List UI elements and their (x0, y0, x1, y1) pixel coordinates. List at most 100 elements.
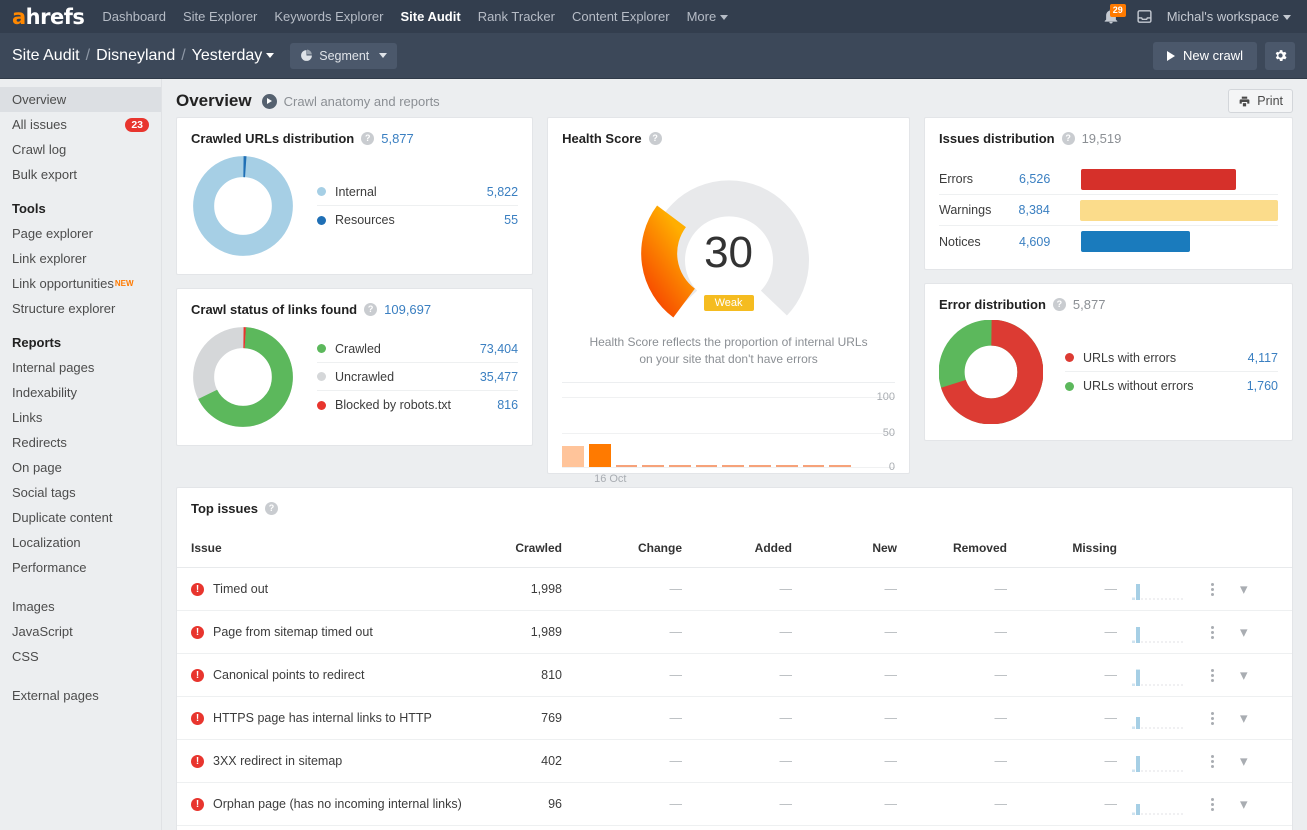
row-menu-button[interactable] (1211, 625, 1214, 639)
legend-value[interactable]: 4,117 (1248, 351, 1278, 365)
history-bar[interactable] (562, 445, 584, 467)
nav-link-site-explorer[interactable]: Site Explorer (183, 9, 257, 24)
table-row[interactable]: ! Canonical points to redirect 810— — — — — ▾ (177, 653, 1292, 697)
sidebar-item-on-page[interactable]: On page (0, 455, 161, 480)
expand-row-icon[interactable]: ▾ (1240, 709, 1248, 727)
history-bar[interactable] (829, 465, 851, 467)
play-video-icon[interactable] (261, 93, 277, 109)
row-menu-button[interactable] (1211, 797, 1214, 811)
ahrefs-logo[interactable]: ahrefs (12, 5, 85, 29)
history-bar[interactable] (588, 444, 611, 467)
table-row[interactable]: ! Timed out 1,998— — — — — ▾ (177, 567, 1292, 611)
breadcrumb-site-audit[interactable]: Site Audit (12, 47, 80, 65)
history-bar[interactable] (749, 465, 771, 467)
new-crawl-button[interactable]: New crawl (1153, 41, 1257, 70)
history-bar[interactable] (775, 465, 798, 467)
issue-label[interactable]: Orphan page (has no incoming internal li… (213, 797, 462, 811)
breadcrumb-project[interactable]: Disneyland (96, 47, 175, 65)
nav-link-site-audit[interactable]: Site Audit (401, 9, 461, 24)
issue-label[interactable]: Timed out (213, 582, 268, 596)
expand-row-icon[interactable]: ▾ (1240, 580, 1248, 598)
issue-category-value[interactable]: 8,384 (1019, 203, 1081, 217)
legend-value[interactable]: 35,477 (480, 370, 518, 384)
row-menu-button[interactable] (1211, 711, 1214, 725)
table-row[interactable]: !Meta description tag missing or empty96… (177, 825, 1292, 830)
table-row[interactable]: ! Page from sitemap timed out 1,989— — — — — ▾ (177, 610, 1292, 654)
row-menu-button[interactable] (1211, 582, 1214, 596)
column-header-removed[interactable]: Removed (897, 529, 1007, 568)
sidebar-item-localization[interactable]: Localization (0, 530, 161, 555)
inbox-icon[interactable] (1136, 8, 1153, 25)
sidebar-item-links[interactable]: Links (0, 405, 161, 430)
history-bar[interactable] (668, 465, 691, 467)
expand-row-icon[interactable]: ▾ (1240, 666, 1248, 684)
sidebar-item-images[interactable]: Images (0, 594, 161, 619)
row-menu-button[interactable] (1211, 668, 1214, 682)
workspace-switcher[interactable]: Michal's workspace (1167, 9, 1291, 24)
sidebar-item-all-issues[interactable]: All issues 23 (0, 112, 161, 137)
help-icon[interactable]: ? (648, 132, 662, 145)
history-bar[interactable] (642, 465, 664, 467)
row-menu-button[interactable] (1211, 754, 1214, 768)
sidebar-item-overview[interactable]: Overview (0, 87, 161, 112)
sidebar-item-page-explorer[interactable]: Page explorer (0, 221, 161, 246)
history-bar[interactable] (615, 465, 638, 467)
sidebar-item-indexability[interactable]: Indexability (0, 380, 161, 405)
nav-link-dashboard[interactable]: Dashboard (102, 9, 166, 24)
sidebar-item-performance[interactable]: Performance (0, 555, 161, 580)
print-button[interactable]: Print (1228, 89, 1293, 113)
nav-link-keywords-explorer[interactable]: Keywords Explorer (274, 9, 383, 24)
expand-row-icon[interactable]: ▾ (1240, 623, 1248, 641)
column-header-change[interactable]: Change (562, 529, 682, 568)
issue-category-value[interactable]: 4,609 (1019, 235, 1081, 249)
table-row[interactable]: ! Orphan page (has no incoming internal l… (177, 782, 1292, 826)
breadcrumb-date-selector[interactable]: Yesterday (192, 47, 275, 65)
legend-value[interactable]: 5,822 (487, 185, 518, 199)
settings-button[interactable] (1265, 41, 1295, 70)
sidebar-item-redirects[interactable]: Redirects (0, 430, 161, 455)
issue-category-value[interactable]: 6,526 (1019, 172, 1081, 186)
column-header-crawled[interactable]: Crawled (472, 529, 562, 568)
sidebar-item-javascript[interactable]: JavaScript (0, 619, 161, 644)
column-header-new[interactable]: New (792, 529, 897, 568)
nav-link-content-explorer[interactable]: Content Explorer (572, 9, 670, 24)
sidebar-item-label: Crawl log (12, 142, 67, 157)
column-header-added[interactable]: Added (682, 529, 792, 568)
issue-label[interactable]: 3XX redirect in sitemap (213, 754, 342, 768)
history-bar[interactable] (722, 465, 745, 467)
history-bar[interactable] (802, 465, 825, 467)
column-header-issue[interactable]: Issue (177, 529, 472, 568)
help-icon[interactable]: ? (264, 502, 278, 515)
help-icon[interactable]: ? (361, 132, 375, 145)
issue-label[interactable]: Canonical points to redirect (213, 668, 364, 682)
issue-label[interactable]: HTTPS page has internal links to HTTP (213, 711, 432, 725)
help-icon[interactable]: ? (364, 303, 378, 316)
legend-value[interactable]: 1,760 (1247, 379, 1278, 393)
notifications-button[interactable]: 29 (1102, 3, 1126, 27)
help-icon[interactable]: ? (1052, 298, 1066, 311)
sidebar-item-internal-pages[interactable]: Internal pages (0, 355, 161, 380)
sidebar-item-external-pages[interactable]: External pages (0, 683, 161, 708)
table-row[interactable]: ! HTTPS page has internal links to HTTP 76… (177, 696, 1292, 740)
segment-button[interactable]: Segment (290, 42, 398, 69)
legend-value[interactable]: 73,404 (480, 342, 518, 356)
sidebar-item-duplicate-content[interactable]: Duplicate content (0, 505, 161, 530)
help-icon[interactable]: ? (1061, 132, 1075, 145)
legend-value[interactable]: 55 (504, 213, 518, 227)
sidebar-item-social-tags[interactable]: Social tags (0, 480, 161, 505)
issue-label[interactable]: Page from sitemap timed out (213, 625, 373, 639)
nav-link-more[interactable]: More (687, 9, 729, 24)
table-row[interactable]: ! 3XX redirect in sitemap 402— — — — — ▾ (177, 739, 1292, 783)
sidebar-item-structure-explorer[interactable]: Structure explorer (0, 296, 161, 321)
expand-row-icon[interactable]: ▾ (1240, 795, 1248, 813)
nav-link-rank-tracker[interactable]: Rank Tracker (478, 9, 555, 24)
expand-row-icon[interactable]: ▾ (1240, 752, 1248, 770)
sidebar-item-bulk-export[interactable]: Bulk export (0, 162, 161, 187)
sidebar-item-css[interactable]: CSS (0, 644, 161, 669)
history-bar[interactable] (695, 465, 718, 467)
column-header-missing[interactable]: Missing (1007, 529, 1117, 568)
sidebar-item-link-opportunities[interactable]: Link opportunities NEW (0, 271, 161, 296)
sidebar-item-link-explorer[interactable]: Link explorer (0, 246, 161, 271)
sidebar-item-crawl-log[interactable]: Crawl log (0, 137, 161, 162)
legend-value[interactable]: 816 (497, 398, 518, 412)
